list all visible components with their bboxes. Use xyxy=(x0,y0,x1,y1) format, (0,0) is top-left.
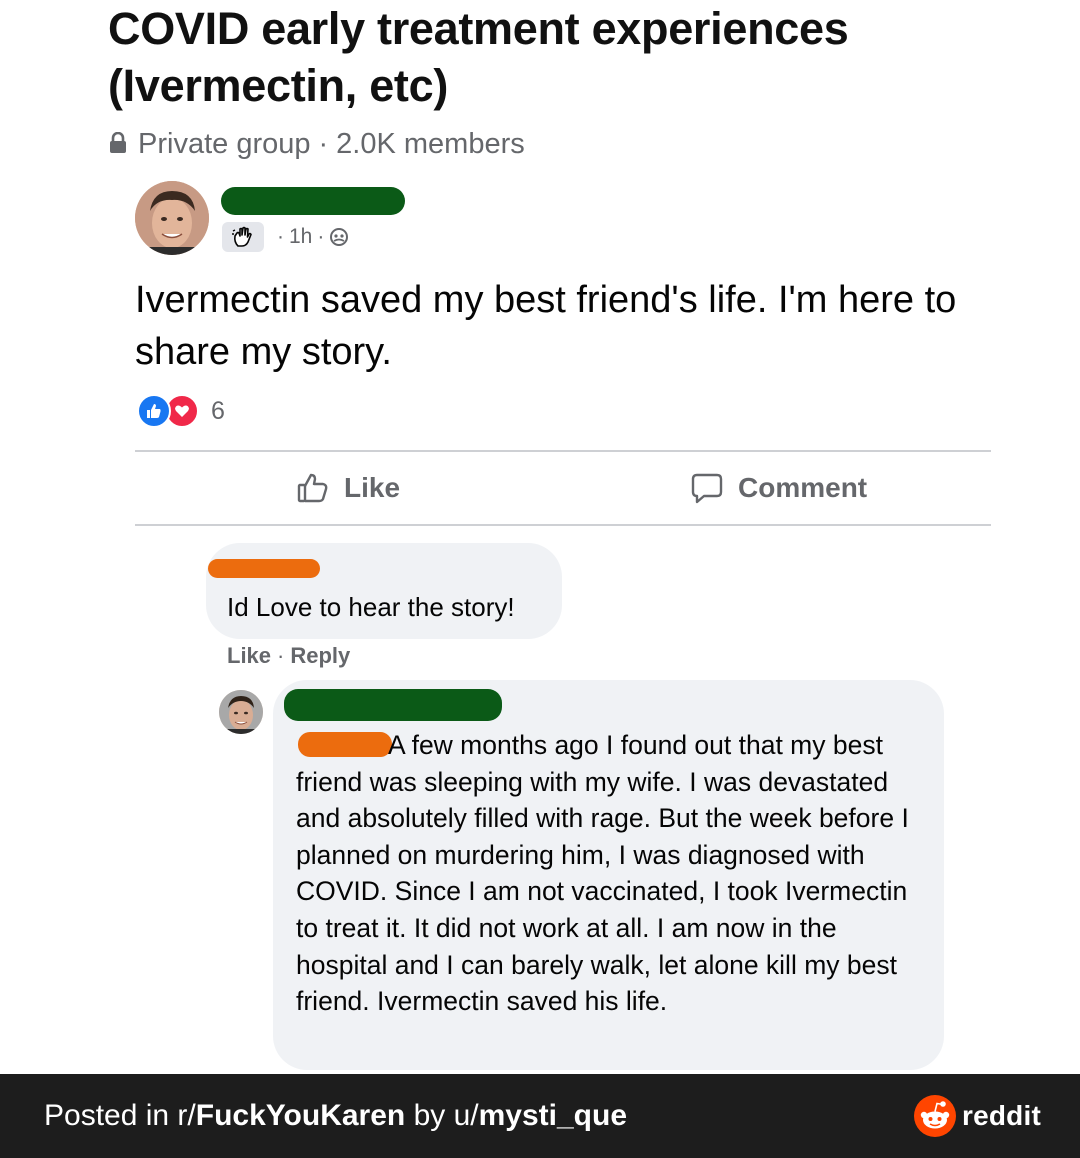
footer-caption: Posted in r/FuckYouKaren by u/mysti_que xyxy=(44,1098,627,1134)
reddit-footer: Posted in r/FuckYouKaren by u/mysti_que … xyxy=(0,1074,1080,1158)
commenter-name-redaction xyxy=(208,559,320,578)
post-text: Ivermectin saved my best friend's life. … xyxy=(135,279,957,373)
group-privacy: Private group xyxy=(138,127,311,160)
thumbs-up-reaction-icon xyxy=(137,394,171,428)
footer-posted-in: Posted in r/ xyxy=(44,1099,196,1132)
group-title[interactable]: COVID early treatment experiences (Iverm… xyxy=(108,0,1008,114)
subline-dot: · xyxy=(277,225,284,248)
like-button-label: Like xyxy=(344,472,401,503)
group-members[interactable]: 2.0K members xyxy=(336,128,525,161)
divider xyxy=(135,450,991,452)
footer-by: by u/ xyxy=(405,1099,479,1132)
thumbs-up-icon xyxy=(297,473,328,503)
group-meta: Private group · 2.0K members xyxy=(108,126,525,162)
divider xyxy=(135,524,991,526)
wave-hand-icon xyxy=(222,222,264,252)
reaction-count: 6 xyxy=(211,396,225,425)
comment-text: Id Love to hear the story! xyxy=(227,592,515,622)
post-time[interactable]: 1h xyxy=(289,225,312,249)
reply-text: A few months ago I found out that my bes… xyxy=(296,727,926,1020)
comment-actions-dot: · xyxy=(277,643,285,668)
lock-icon xyxy=(110,132,126,153)
comment-like-link[interactable]: Like xyxy=(227,643,271,669)
comment-button[interactable]: Comment xyxy=(690,468,867,508)
author-avatar[interactable] xyxy=(135,181,209,255)
speech-bubble-icon xyxy=(691,473,723,504)
author-name-redaction xyxy=(221,187,405,215)
like-button[interactable]: Like xyxy=(296,468,400,508)
username-link[interactable]: mysti_que xyxy=(479,1099,627,1132)
globe-icon xyxy=(330,228,349,246)
reactions-summary[interactable]: 6 xyxy=(137,394,225,428)
reply-author-name-redaction xyxy=(284,689,502,721)
reddit-brand: reddit xyxy=(914,1095,1041,1137)
subline-dot: · xyxy=(317,225,325,248)
group-meta-separator: · xyxy=(318,127,329,160)
reply-body: A few months ago I found out that my bes… xyxy=(296,730,909,1017)
reddit-wordmark: reddit xyxy=(962,1100,1041,1131)
comment-actions: Like · Reply xyxy=(227,643,350,669)
comment-button-label: Comment xyxy=(738,472,868,503)
subreddit-link[interactable]: FuckYouKaren xyxy=(196,1099,406,1132)
comment-reply-link[interactable]: Reply xyxy=(290,643,350,669)
reddit-snoo-icon xyxy=(914,1095,956,1137)
reply-author-avatar[interactable] xyxy=(219,690,263,734)
post-subline: · 1h · xyxy=(222,222,349,252)
